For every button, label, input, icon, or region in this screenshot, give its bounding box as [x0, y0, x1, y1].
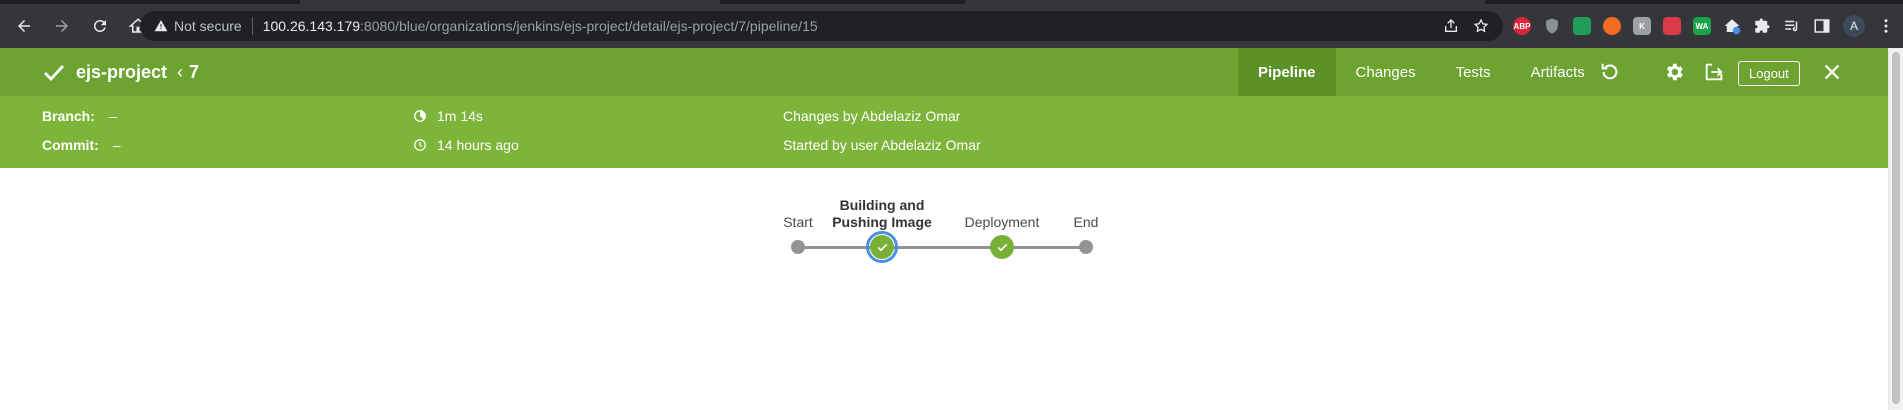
red-ext-icon[interactable]: [1663, 17, 1681, 35]
tab-artifacts[interactable]: Artifacts: [1511, 48, 1605, 96]
stage-label-building[interactable]: Building and Pushing Image: [832, 197, 932, 231]
side-panel-icon[interactable]: [1813, 17, 1831, 35]
success-check-icon: [997, 243, 1007, 251]
warning-icon: [154, 19, 168, 33]
end-node: [1079, 240, 1093, 254]
exit-icon: [1705, 63, 1723, 81]
stage-label-start: Start: [783, 214, 813, 230]
pipeline-connector: [798, 246, 1086, 249]
branch-label: Branch:: [42, 108, 95, 124]
close-button[interactable]: [1820, 60, 1844, 84]
address-separator: [251, 17, 253, 35]
commit-info: Commit: –: [42, 137, 121, 153]
rerun-button[interactable]: [1598, 60, 1622, 84]
orange-ext-icon[interactable]: [1603, 17, 1621, 35]
duration-value: 1m 14s: [437, 108, 483, 124]
changes-by: Changes by Abdelaziz Omar: [783, 108, 961, 124]
close-icon: [1824, 64, 1840, 80]
scrollbar-thumb[interactable]: [1892, 52, 1900, 404]
profile-avatar[interactable]: A: [1843, 15, 1865, 37]
success-check-icon: [877, 243, 887, 251]
pipeline-graph: Start Building and Pushing Image Deploym…: [0, 168, 1903, 288]
forward-button[interactable]: [46, 10, 78, 42]
tab-tests[interactable]: Tests: [1436, 48, 1511, 96]
run-header: ejs-project ‹ 7 Pipeline Changes Tests A…: [0, 48, 1903, 96]
time-ago-value: 14 hours ago: [437, 137, 519, 153]
font-ext-icon[interactable]: K: [1633, 17, 1651, 35]
browser-toolbar: Not secure 100.26.143.179:8080/blue/orga…: [0, 4, 1903, 48]
tab-pipeline[interactable]: Pipeline: [1238, 48, 1336, 96]
reload-button[interactable]: [84, 10, 116, 42]
run-tabs: Pipeline Changes Tests Artifacts: [1238, 48, 1605, 96]
clock-icon: [414, 139, 426, 151]
gear-icon: [1667, 63, 1683, 81]
settings-button[interactable]: [1662, 60, 1686, 84]
time-ago-info: 14 hours ago: [413, 137, 519, 153]
duration-info: 1m 14s: [413, 108, 483, 124]
arrow-left-icon: [18, 20, 30, 32]
arrow-right-icon: [56, 20, 68, 32]
branch-info: Branch: –: [42, 108, 117, 124]
share-icon[interactable]: [1443, 18, 1459, 34]
back-button[interactable]: [8, 10, 40, 42]
security-label[interactable]: Not secure: [174, 18, 242, 34]
home-ext-icon[interactable]: [1723, 17, 1741, 35]
wa-ext-icon[interactable]: WA: [1693, 17, 1711, 35]
url-host: 100.26.143.179: [262, 18, 361, 34]
address-bar[interactable]: Not secure 100.26.143.179:8080/blue/orga…: [140, 11, 1503, 41]
chevron-left-icon: ‹: [177, 61, 184, 82]
logout-button[interactable]: Logout: [1738, 61, 1800, 86]
classic-ui-button[interactable]: [1702, 60, 1726, 84]
stage-label-end: End: [1073, 214, 1099, 230]
more-menu-icon[interactable]: [1877, 17, 1895, 35]
stage-node-building[interactable]: [870, 235, 894, 259]
green-ext-icon[interactable]: [1573, 17, 1591, 35]
stage-label-deployment[interactable]: Deployment: [965, 214, 1040, 231]
run-info-bar: Branch: – Commit: – 1m 14s 14 hours ago …: [0, 96, 1903, 168]
page-scrollbar[interactable]: [1888, 48, 1903, 410]
started-by: Started by user Abdelaziz Omar: [783, 137, 981, 153]
omnibox-actions: [1443, 11, 1503, 41]
project-name[interactable]: ejs-project: [76, 62, 167, 83]
commit-value: –: [112, 137, 121, 153]
stage-label-building-line2: Pushing Image: [832, 214, 932, 230]
tab-changes[interactable]: Changes: [1336, 48, 1436, 96]
reading-list-icon[interactable]: [1783, 17, 1801, 35]
run-title: ejs-project ‹ 7: [42, 60, 199, 84]
branch-value: –: [108, 108, 117, 124]
url-path: :8080/blue/organizations/jenkins/ejs-pro…: [360, 18, 818, 34]
stage-label-building-line1: Building and: [839, 197, 925, 213]
start-node: [791, 240, 805, 254]
puzzle-extensions-icon[interactable]: [1753, 17, 1771, 35]
reload-icon: [93, 19, 106, 32]
checkmark-icon: [44, 65, 65, 82]
extensions-bar: ABP K WA A: [1513, 11, 1895, 41]
rerun-icon: [1601, 63, 1618, 80]
adblock-plus-icon[interactable]: ABP: [1513, 17, 1531, 35]
stage-node-deployment[interactable]: [990, 235, 1014, 259]
commit-label: Commit:: [42, 137, 99, 153]
duration-icon: [414, 110, 426, 122]
run-number: 7: [189, 61, 200, 82]
bookmark-star-icon[interactable]: [1473, 18, 1489, 34]
shield-ext-icon[interactable]: [1543, 17, 1561, 35]
